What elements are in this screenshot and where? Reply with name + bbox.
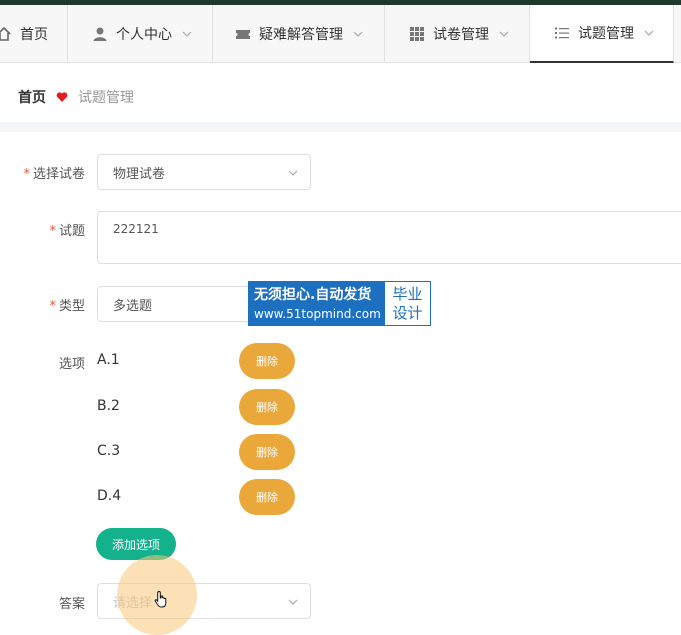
- question-text: 222121: [113, 222, 159, 236]
- question-textarea[interactable]: 222121: [97, 211, 681, 264]
- nav-item-home[interactable]: 首页: [0, 5, 68, 63]
- nav-item-label: 疑难解答管理: [259, 27, 343, 43]
- question-label: * 试题: [49, 224, 85, 239]
- ticket-icon: [235, 26, 251, 42]
- nav-item-question-management[interactable]: 试题管理: [530, 5, 674, 63]
- option-text: A.1: [97, 352, 120, 368]
- add-option-button[interactable]: 添加选项: [96, 528, 176, 560]
- nav-item-label: 试卷管理: [433, 27, 489, 43]
- nav-item-paper-management[interactable]: 试卷管理: [385, 5, 530, 63]
- user-icon: [92, 26, 108, 42]
- watermark-banner: 无须担心.自动发货 www.51topmind.com 毕业 设计: [248, 281, 431, 326]
- nav-item-qa-management[interactable]: 疑难解答管理: [213, 5, 385, 63]
- delete-option-button[interactable]: 删除: [239, 434, 295, 470]
- hand-cursor-icon: [154, 590, 170, 608]
- nav-item-label: 首页: [20, 27, 48, 43]
- paper-select-value: 物理试卷: [113, 166, 166, 182]
- grid-icon: [409, 26, 425, 42]
- option-text: C.3: [97, 443, 121, 459]
- chevron-down-icon: [497, 27, 511, 41]
- type-select-value: 多选题: [113, 298, 153, 314]
- watermark-line1: 无须担心.自动发货: [254, 286, 372, 303]
- option-text: D.4: [97, 488, 122, 504]
- breadcrumb-current: 试题管理: [78, 90, 134, 106]
- chevron-down-icon: [642, 26, 656, 40]
- watermark-badge-line2: 设计: [392, 303, 423, 322]
- heart-icon: [56, 91, 68, 103]
- paper-select[interactable]: 物理试卷: [97, 154, 311, 190]
- paper-label: * 选择试卷: [23, 167, 85, 182]
- breadcrumb-home[interactable]: 首页: [18, 87, 46, 107]
- chevron-down-icon: [286, 595, 300, 609]
- options-label: 选项: [58, 357, 85, 372]
- delete-option-button[interactable]: 删除: [239, 343, 295, 379]
- answer-select[interactable]: 请选择: [97, 583, 311, 619]
- answer-label: 答案: [58, 597, 85, 612]
- chevron-down-icon: [351, 27, 365, 41]
- home-icon: [0, 26, 12, 42]
- option-text: B.2: [97, 398, 120, 414]
- delete-option-button[interactable]: 删除: [239, 479, 295, 515]
- nav-item-label: 个人中心: [116, 27, 172, 43]
- chevron-down-icon: [286, 166, 300, 180]
- breadcrumb: 首页 试题管理: [0, 72, 681, 122]
- list-icon: [554, 25, 570, 41]
- watermark-badge-line1: 毕业: [392, 284, 423, 303]
- section-divider: [0, 122, 681, 132]
- nav-item-label: 试题管理: [578, 26, 634, 42]
- chevron-down-icon: [180, 27, 194, 41]
- delete-option-button[interactable]: 删除: [239, 389, 295, 425]
- top-nav: 首页 个人中心 疑难解答管理 试卷管理 试题管理: [0, 5, 681, 63]
- nav-item-personal-center[interactable]: 个人中心: [68, 5, 213, 63]
- watermark-line2: www.51topmind.com: [254, 306, 381, 321]
- type-label: * 类型: [49, 299, 85, 314]
